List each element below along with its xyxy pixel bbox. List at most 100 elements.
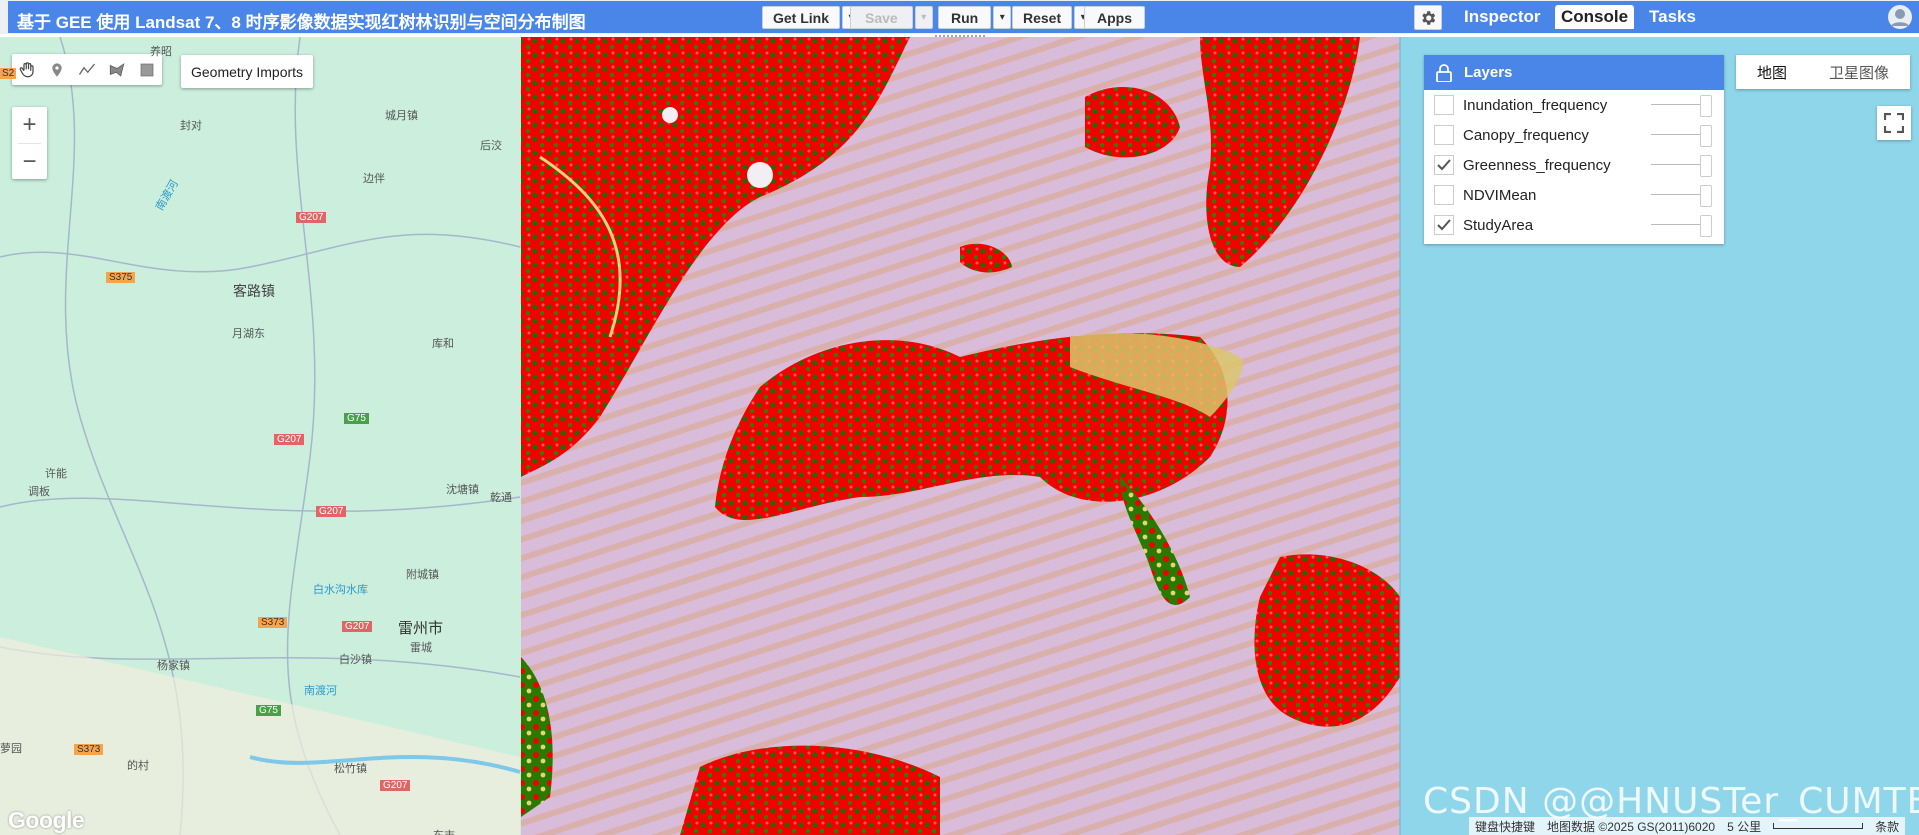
map-attribution: 键盘快捷键 地图数据 ©2025 GS(2011)6020 5 公里 条款 xyxy=(1469,817,1906,835)
scale-label[interactable]: 5 公里 xyxy=(1727,818,1761,835)
road-shield: S373 xyxy=(258,617,288,628)
place-label: 后洨 xyxy=(480,140,502,152)
reset-button[interactable]: Reset xyxy=(1012,6,1073,29)
save-button[interactable]: Save xyxy=(850,6,913,29)
road-shield: G207 xyxy=(274,434,305,445)
layer-row-greenness-frequency: Greenness_frequency xyxy=(1424,150,1724,180)
place-label: 杨家镇 xyxy=(157,660,190,672)
layer-name: Greenness_frequency xyxy=(1463,156,1611,174)
river-label: 南渡河 xyxy=(153,178,181,213)
road-shield: G207 xyxy=(380,780,411,791)
map-data-credit[interactable]: 地图数据 ©2025 GS(2011)6020 xyxy=(1547,818,1715,835)
save-dropdown-icon[interactable]: ▾ xyxy=(914,6,933,29)
opacity-slider-track[interactable] xyxy=(1651,164,1706,165)
layer-name: StudyArea xyxy=(1463,216,1534,234)
place-label: 白沙镇 xyxy=(339,654,372,666)
top-bar: 基于 GEE 使用 Landsat 7、8 时序影像数据实现红树林识别与空间分布… xyxy=(0,0,1919,34)
layer-checkbox[interactable] xyxy=(1434,155,1454,175)
script-toolbar: 基于 GEE 使用 Landsat 7、8 时序影像数据实现红树林识别与空间分布… xyxy=(8,1,1454,33)
place-label: 的村 xyxy=(127,760,149,772)
place-label: 萝园 xyxy=(0,743,22,755)
place-label: 雷城 xyxy=(410,642,432,654)
town-label: 客路镇 xyxy=(233,283,275,299)
user-avatar-icon[interactable] xyxy=(1887,4,1913,30)
gear-icon xyxy=(1422,10,1436,25)
opacity-slider-thumb[interactable] xyxy=(1700,95,1712,117)
opacity-slider-track[interactable] xyxy=(1651,104,1706,105)
layer-name: Inundation_frequency xyxy=(1463,96,1608,114)
script-title: 基于 GEE 使用 Landsat 7、8 时序影像数据实现红树林识别与空间分布… xyxy=(17,13,586,32)
map-type-map[interactable]: 地图 xyxy=(1736,55,1808,89)
run-group: Run ▾ xyxy=(938,6,1012,29)
layer-checkbox[interactable] xyxy=(1434,125,1454,145)
fullscreen-icon xyxy=(1884,113,1904,133)
water-label: 白水沟水库 xyxy=(313,584,368,596)
opacity-slider-track[interactable] xyxy=(1651,224,1706,225)
road-shield: G207 xyxy=(342,621,373,632)
layer-checkbox[interactable] xyxy=(1434,95,1454,115)
place-label: 城月镇 xyxy=(385,110,418,122)
road-shield: G75 xyxy=(256,705,281,716)
layer-row-canopy-frequency: Canopy_frequency xyxy=(1424,120,1724,150)
map-type-satellite[interactable]: 卫星图像 xyxy=(1808,55,1910,89)
keyboard-shortcuts-link[interactable]: 键盘快捷键 xyxy=(1475,818,1535,835)
place-label: 许能 xyxy=(45,468,67,480)
run-dropdown-icon[interactable]: ▾ xyxy=(993,6,1012,29)
save-group: Save ▾ xyxy=(850,6,933,29)
terms-link[interactable]: 条款 xyxy=(1875,818,1899,835)
layers-panel: Layers Inundation_frequency Canopy_frequ… xyxy=(1424,55,1724,244)
place-label: 边伴 xyxy=(363,173,385,185)
opacity-slider-track[interactable] xyxy=(1651,134,1706,135)
map-canvas[interactable]: Geometry Imports + − 封对 城月镇 后洨 边伴 南渡河 G2… xyxy=(0,37,1919,835)
river-label: 南渡河 xyxy=(304,685,337,697)
cloud-patch xyxy=(747,162,773,188)
run-button[interactable]: Run xyxy=(938,6,992,29)
place-label: 养昭 xyxy=(150,46,172,58)
fullscreen-button[interactable] xyxy=(1877,106,1911,140)
layer-name: NDVIMean xyxy=(1463,186,1537,204)
settings-button[interactable] xyxy=(1414,5,1442,30)
earth-engine-code-editor: 基于 GEE 使用 Landsat 7、8 时序影像数据实现红树林识别与空间分布… xyxy=(0,0,1919,835)
apps-button[interactable]: Apps xyxy=(1084,6,1145,29)
road-shield: G75 xyxy=(344,413,369,424)
place-label: 附城镇 xyxy=(406,569,439,581)
place-label: 沈塘镇 xyxy=(446,484,479,496)
layer-name: Canopy_frequency xyxy=(1463,126,1589,144)
csdn-watermark: CSDN @@HNUSTer_CUMTBer xyxy=(1423,781,1919,822)
right-panel-tabs: Inspector Console Tasks xyxy=(1454,1,1919,33)
apps-group: Apps xyxy=(1084,6,1145,29)
scale-bar xyxy=(1773,823,1864,829)
place-label: 月湖东 xyxy=(232,328,265,340)
layers-header[interactable]: Layers xyxy=(1424,55,1724,90)
layer-checkbox[interactable] xyxy=(1434,215,1454,235)
layer-row-inundation-frequency: Inundation_frequency xyxy=(1424,90,1724,120)
reset-group: Reset ▾ xyxy=(1012,6,1093,29)
tab-inspector[interactable]: Inspector xyxy=(1458,5,1547,29)
layer-checkbox[interactable] xyxy=(1434,185,1454,205)
place-label: 乾通 xyxy=(490,492,512,504)
tab-tasks[interactable]: Tasks xyxy=(1643,5,1702,29)
opacity-slider-thumb[interactable] xyxy=(1700,215,1712,237)
checkmark-icon xyxy=(1437,219,1451,231)
road-shield: S2 xyxy=(0,68,17,79)
opacity-slider-thumb[interactable] xyxy=(1700,185,1712,207)
place-label: 封对 xyxy=(180,120,202,132)
lock-icon[interactable] xyxy=(1436,63,1452,82)
cloud-patch xyxy=(662,107,678,123)
place-label: 库和 xyxy=(432,338,454,350)
road-shield: S373 xyxy=(74,744,104,755)
opacity-slider-track[interactable] xyxy=(1651,194,1706,195)
get-link-group: Get Link ▾ xyxy=(762,6,861,29)
city-label: 雷州市 xyxy=(398,620,444,637)
get-link-button[interactable]: Get Link xyxy=(762,6,841,29)
tab-console[interactable]: Console xyxy=(1555,5,1635,29)
place-labels: 封对 城月镇 后洨 边伴 南渡河 G207 S375 客路镇 月湖东 库和 G7… xyxy=(0,37,521,835)
place-label: 调板 xyxy=(28,486,50,498)
layer-row-studyarea: StudyArea xyxy=(1424,210,1724,240)
road-shield: G207 xyxy=(296,212,327,223)
google-logo: Google xyxy=(8,807,85,833)
opacity-slider-thumb[interactable] xyxy=(1700,125,1712,147)
map-type-control: 地图 卫星图像 xyxy=(1736,55,1910,89)
opacity-slider-thumb[interactable] xyxy=(1700,155,1712,177)
checkmark-icon xyxy=(1437,159,1451,171)
